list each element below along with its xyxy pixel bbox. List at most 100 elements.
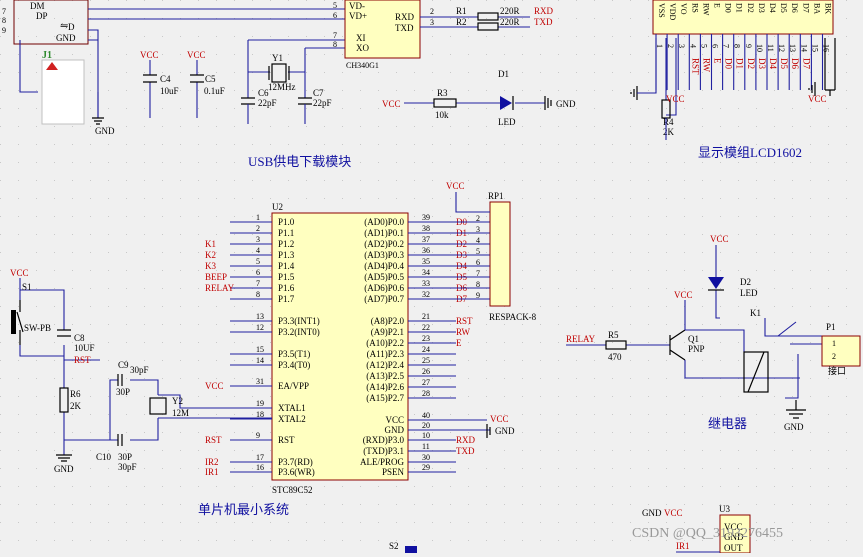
grid-dot (180, 126, 181, 127)
grid-dot (216, 234, 217, 235)
grid-dot (630, 378, 631, 379)
grid-dot (846, 504, 847, 505)
grid-dot (522, 18, 523, 19)
grid-dot (468, 144, 469, 145)
grid-dot (720, 360, 721, 361)
grid-dot (774, 324, 775, 325)
grid-dot (72, 162, 73, 163)
grid-dot (702, 522, 703, 523)
grid-dot (792, 216, 793, 217)
grid-dot (756, 450, 757, 451)
grid-dot (162, 126, 163, 127)
grid-dot (54, 18, 55, 19)
grid-dot (234, 54, 235, 55)
grid-dot (594, 522, 595, 523)
grid-dot (36, 414, 37, 415)
grid-dot (504, 162, 505, 163)
grid-dot (396, 504, 397, 505)
grid-dot (18, 180, 19, 181)
grid-dot (414, 252, 415, 253)
grid-dot (774, 90, 775, 91)
grid-dot (54, 216, 55, 217)
grid-dot (342, 36, 343, 37)
grid-dot (828, 450, 829, 451)
grid-dot (306, 522, 307, 523)
grid-dot (774, 342, 775, 343)
grid-dot (180, 0, 181, 1)
grid-dot (270, 72, 271, 73)
mcu-left-pin-num: 1 (256, 213, 260, 222)
grid-dot (576, 54, 577, 55)
grid-dot (468, 36, 469, 37)
grid-dot (162, 72, 163, 73)
grid-dot (126, 198, 127, 199)
grid-dot (18, 468, 19, 469)
grid-dot (576, 360, 577, 361)
grid-dot (666, 252, 667, 253)
grid-dot (612, 306, 613, 307)
grid-dot (666, 432, 667, 433)
mcu-right-pin-num: 32 (422, 290, 430, 299)
grid-dot (126, 342, 127, 343)
grid-dot (234, 126, 235, 127)
grid-dot (216, 198, 217, 199)
grid-dot (612, 234, 613, 235)
j1-pin-num-8: 8 (2, 16, 6, 25)
grid-dot (774, 162, 775, 163)
grid-dot (450, 36, 451, 37)
grid-dot (702, 360, 703, 361)
grid-dot (612, 450, 613, 451)
grid-dot (540, 234, 541, 235)
grid-dot (108, 360, 109, 361)
grid-dot (540, 342, 541, 343)
grid-dot (144, 144, 145, 145)
mcu-left-pin-num: 16 (256, 463, 264, 472)
grid-dot (630, 324, 631, 325)
rp1-part: RESPACK-8 (489, 312, 537, 322)
grid-dot (360, 540, 361, 541)
grid-dot (738, 234, 739, 235)
grid-dot (702, 270, 703, 271)
grid-dot (324, 36, 325, 37)
mcu-right-pin-label: (AD0)P0.0 (364, 217, 404, 227)
mcu-left-pin-label: P3.3(INT1) (278, 316, 320, 326)
lcd-pin-label: BK (824, 3, 833, 14)
grid-dot (90, 234, 91, 235)
grid-dot (54, 522, 55, 523)
grid-dot (468, 414, 469, 415)
grid-dot (540, 0, 541, 1)
grid-dot (684, 72, 685, 73)
ch340-pin-vdm: VD- (349, 1, 365, 11)
grid-dot (810, 414, 811, 415)
grid-dot (0, 486, 1, 487)
grid-dot (306, 36, 307, 37)
j1-pin-dp: DP (36, 11, 48, 21)
grid-dot (468, 216, 469, 217)
grid-dot (270, 180, 271, 181)
grid-dot (252, 36, 253, 37)
grid-dot (324, 144, 325, 145)
grid-dot (144, 0, 145, 1)
grid-dot (378, 486, 379, 487)
grid-dot (486, 486, 487, 487)
grid-dot (486, 0, 487, 1)
lcd-net-label: RST (690, 58, 700, 75)
grid-dot (90, 504, 91, 505)
grid-dot (108, 324, 109, 325)
grid-dot (72, 144, 73, 145)
grid-dot (774, 432, 775, 433)
mcu-right-pin-label: (RXD)P3.0 (363, 435, 405, 445)
grid-dot (450, 468, 451, 469)
grid-dot (378, 108, 379, 109)
grid-dot (594, 288, 595, 289)
grid-dot (234, 36, 235, 37)
d1-value: LED (498, 117, 516, 127)
grid-dot (18, 306, 19, 307)
grid-dot (540, 360, 541, 361)
grid-dot (702, 72, 703, 73)
grid-dot (558, 180, 559, 181)
s1-ref: S1 (22, 282, 32, 292)
grid-dot (792, 180, 793, 181)
grid-dot (450, 90, 451, 91)
grid-dot (756, 342, 757, 343)
